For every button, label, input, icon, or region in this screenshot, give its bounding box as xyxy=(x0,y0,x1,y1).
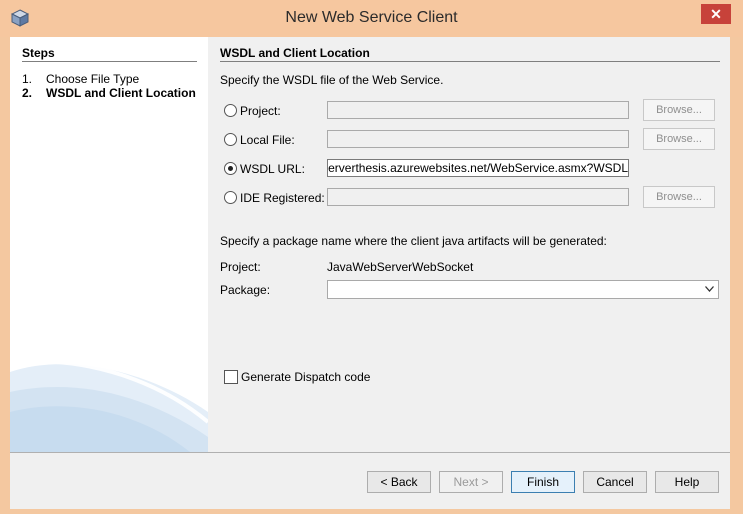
wsdl-url-input[interactable]: http://csharpserverthesis.azurewebsites.… xyxy=(327,159,629,177)
step-choose-file-type: 1. Choose File Type xyxy=(22,72,140,86)
finish-button[interactable]: Finish xyxy=(511,471,575,493)
next-button: Next > xyxy=(439,471,503,493)
ide-registered-field xyxy=(327,188,629,206)
help-button[interactable]: Help xyxy=(655,471,719,493)
page-title-divider xyxy=(220,61,720,62)
local-file-field xyxy=(327,130,629,148)
ide-registered-browse-button: Browse... xyxy=(643,186,715,208)
project-label: Project: xyxy=(220,260,261,274)
title-bar[interactable]: New Web Service Client ✕ xyxy=(0,0,743,37)
local-file-browse-button: Browse... xyxy=(643,128,715,150)
cancel-button[interactable]: Cancel xyxy=(583,471,647,493)
close-button[interactable]: ✕ xyxy=(701,4,731,24)
radio-project[interactable] xyxy=(224,104,237,117)
dispatch-checkbox[interactable] xyxy=(224,370,238,384)
project-value: JavaWebServerWebSocket xyxy=(327,260,474,274)
project-field xyxy=(327,101,629,119)
package-label: Package: xyxy=(220,283,271,297)
window-border-right xyxy=(730,37,743,514)
window-title: New Web Service Client xyxy=(285,9,458,26)
radio-ide-registered[interactable] xyxy=(224,191,237,204)
radio-wsdl-url-label[interactable]: WSDL URL: xyxy=(240,162,305,176)
package-instructions: Specify a package name where the client … xyxy=(220,234,607,248)
dispatch-checkbox-label[interactable]: Generate Dispatch code xyxy=(241,370,370,384)
radio-project-label[interactable]: Project: xyxy=(240,104,281,118)
radio-ide-registered-label[interactable]: IDE Registered: xyxy=(240,191,325,205)
page-title: WSDL and Client Location xyxy=(220,46,370,60)
steps-pane: Steps 1. Choose File Type 2. WSDL and Clie… xyxy=(10,37,208,452)
steps-decoration-swoosh xyxy=(10,359,208,452)
step-wsdl-client-location: 2. WSDL and Client Location xyxy=(22,86,196,100)
close-icon: ✕ xyxy=(710,6,722,22)
radio-wsdl-url[interactable] xyxy=(224,162,237,175)
package-combobox[interactable] xyxy=(327,280,719,299)
wsdl-instructions: Specify the WSDL file of the Web Service… xyxy=(220,73,444,87)
back-button[interactable]: < Back xyxy=(367,471,431,493)
radio-local-file-label[interactable]: Local File: xyxy=(240,133,295,147)
steps-heading: Steps xyxy=(22,46,55,60)
radio-local-file[interactable] xyxy=(224,133,237,146)
chevron-down-icon[interactable] xyxy=(705,286,714,292)
steps-divider xyxy=(22,61,197,62)
project-browse-button: Browse... xyxy=(643,99,715,121)
